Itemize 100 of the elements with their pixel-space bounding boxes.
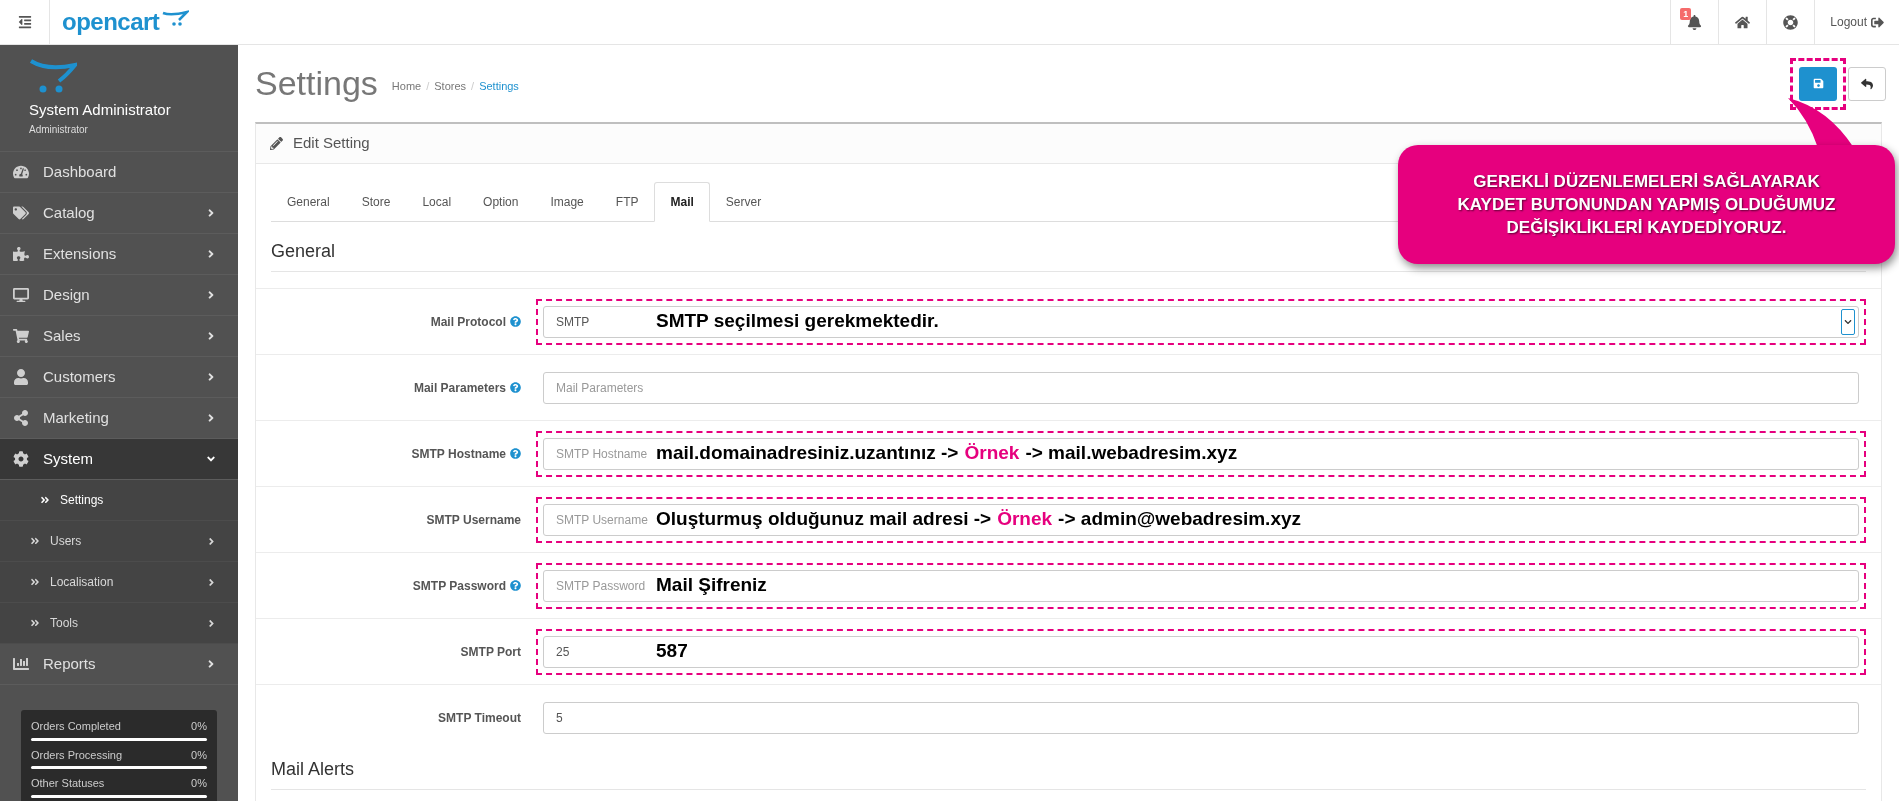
- callout-line: KAYDET BUTONUNDAN YAPMIŞ OLDUĞUMUZ: [1457, 194, 1836, 216]
- notification-badge: 1: [1680, 8, 1692, 20]
- tab[interactable]: Mail: [654, 182, 710, 222]
- breadcrumb-link[interactable]: Home: [391, 78, 422, 95]
- double-chevron-icon: [30, 618, 40, 628]
- tab[interactable]: Server: [709, 182, 778, 222]
- help-icon: [510, 580, 521, 591]
- annotation-text: Oluşturmuş olduğunuz mail adresi ->: [656, 507, 992, 532]
- annotation-text: Mail Şifreniz: [656, 573, 767, 598]
- sidebar-item[interactable]: System: [0, 439, 238, 480]
- help-icon: [510, 448, 521, 459]
- sidebar-item-label: Design: [43, 284, 91, 305]
- sidebar-item-label: System: [43, 448, 94, 469]
- field-placeholder: SMTP Username: [556, 512, 648, 527]
- home-icon[interactable]: [1735, 14, 1751, 30]
- input-field[interactable]: SMTP Username Oluşturmuş olduğunuz mail adresi -> Örnek -> admin@webadresim.xyz: [543, 503, 1859, 536]
- double-chevron-icon: [30, 577, 40, 587]
- field-label: Mail Parameters: [413, 379, 506, 397]
- callout-line: DEĞİŞİKLİKLERİ KAYDEDİYORUZ.: [1506, 217, 1787, 239]
- input-field[interactable]: 25 587: [543, 635, 1859, 668]
- sidebar-subitem[interactable]: Localisation: [0, 562, 238, 603]
- field-label: SMTP Username: [426, 511, 521, 529]
- chevron-right-icon: [206, 617, 217, 629]
- breadcrumb-separator: /: [426, 79, 430, 95]
- tab[interactable]: General: [271, 182, 346, 222]
- annotation-text: 587: [656, 639, 688, 664]
- sidebar-subitem[interactable]: Users: [0, 521, 238, 562]
- bell-icon[interactable]: [1687, 14, 1703, 30]
- input-field[interactable]: SMTP Hostname mail.domainadresiniz.uzantınız -> Örnek -> mail.webadresim.xyz: [543, 437, 1859, 470]
- stat-percent: 0%: [191, 747, 207, 763]
- logout-link[interactable]: Logout: [1814, 0, 1899, 44]
- sidebar-subitem-label: Settings: [60, 492, 105, 509]
- double-chevron-icon: [30, 536, 40, 546]
- input-field[interactable]: 5: [543, 701, 1859, 734]
- gear-icon: [13, 451, 29, 467]
- field-label: SMTP Port: [460, 643, 521, 661]
- sidebar-subitem-label: Tools: [50, 615, 79, 632]
- user-role: Administrator: [29, 122, 89, 137]
- dashboard-icon: [13, 164, 29, 180]
- input-field[interactable]: SMTP Password Mail Şifreniz: [543, 569, 1859, 602]
- menu-icon[interactable]: [17, 15, 32, 29]
- save-icon: [1812, 78, 1824, 89]
- field-value: 5: [556, 710, 563, 725]
- sidebar-subitem-label: Users: [50, 533, 83, 550]
- reply-icon: [1861, 77, 1873, 90]
- page-title: Settings: [255, 63, 378, 104]
- field-placeholder: Mail Parameters: [556, 380, 644, 395]
- annotation-highlight: Örnek: [997, 507, 1053, 532]
- cart-icon: [13, 328, 29, 344]
- field-placeholder: SMTP Hostname: [556, 446, 648, 461]
- field-value: SMTP: [556, 314, 590, 329]
- annotation-text: -> admin@webadresim.xyz: [1058, 507, 1302, 532]
- breadcrumb-link[interactable]: Settings: [479, 78, 519, 95]
- user-icon: [13, 369, 29, 385]
- chevron-down-icon: [1844, 317, 1852, 326]
- section-heading: Mail Alerts: [271, 750, 1866, 790]
- panel-title: Edit Setting: [293, 133, 370, 154]
- tab[interactable]: FTP: [599, 182, 655, 222]
- breadcrumb-separator: /: [471, 79, 475, 95]
- back-button[interactable]: [1848, 66, 1886, 101]
- pencil-icon: [270, 137, 283, 150]
- chevron-right-icon: [206, 576, 217, 588]
- breadcrumb-link[interactable]: Stores: [434, 78, 467, 95]
- tab[interactable]: Local: [406, 182, 468, 222]
- select-field[interactable]: SMTP SMTP seçilmesi gerekmektedir.: [543, 305, 1859, 338]
- monitor-icon: [13, 287, 29, 303]
- save-button[interactable]: [1799, 66, 1837, 101]
- sidebar-item-label: Dashboard: [43, 161, 118, 182]
- sidebar-item-label: Customers: [43, 366, 117, 387]
- stat-label: Other Statuses: [31, 776, 105, 791]
- cart-logo-icon: [29, 59, 77, 93]
- callout-line: GEREKLİ DÜZENLEMELERİ SAĞLAYARAK: [1473, 171, 1820, 193]
- annotation-text: SMTP seçilmesi gerekmektedir.: [656, 309, 939, 334]
- sidebar-item-label: Sales: [43, 325, 82, 346]
- sidebar-item-label: Extensions: [43, 243, 118, 264]
- stat-label: Orders Completed: [31, 719, 121, 734]
- sidebar-item-label: Marketing: [43, 407, 110, 428]
- help-icon: [510, 316, 521, 327]
- tab[interactable]: Image: [534, 182, 600, 222]
- annotation-text: mail.domainadresiniz.uzantınız ->: [656, 441, 959, 466]
- user-name: System Administrator: [29, 100, 172, 120]
- share-icon: [13, 410, 29, 426]
- cart-logo-icon: [161, 10, 190, 26]
- tab[interactable]: Store: [345, 182, 407, 222]
- stat-label: Orders Processing: [31, 747, 123, 763]
- stat-percent: 0%: [191, 776, 207, 791]
- lifebuoy-icon[interactable]: [1783, 14, 1799, 30]
- puzzle-piece-icon: [13, 246, 29, 262]
- dropdown-toggle[interactable]: [1841, 308, 1855, 335]
- sidebar-subitem[interactable]: Tools: [0, 603, 238, 644]
- field-value: 25: [556, 644, 570, 659]
- field-label: SMTP Timeout: [438, 709, 521, 727]
- tab[interactable]: Option: [467, 182, 535, 222]
- field-label: SMTP Hostname: [411, 445, 506, 463]
- stat-percent: 0%: [191, 719, 207, 734]
- brand-logo-text: opencart: [62, 7, 160, 37]
- sidebar-item-label: Catalog: [43, 202, 96, 223]
- sidebar-subitem[interactable]: Settings: [0, 480, 238, 521]
- field-placeholder: SMTP Password: [556, 578, 646, 593]
- field-label: SMTP Password: [412, 577, 506, 595]
